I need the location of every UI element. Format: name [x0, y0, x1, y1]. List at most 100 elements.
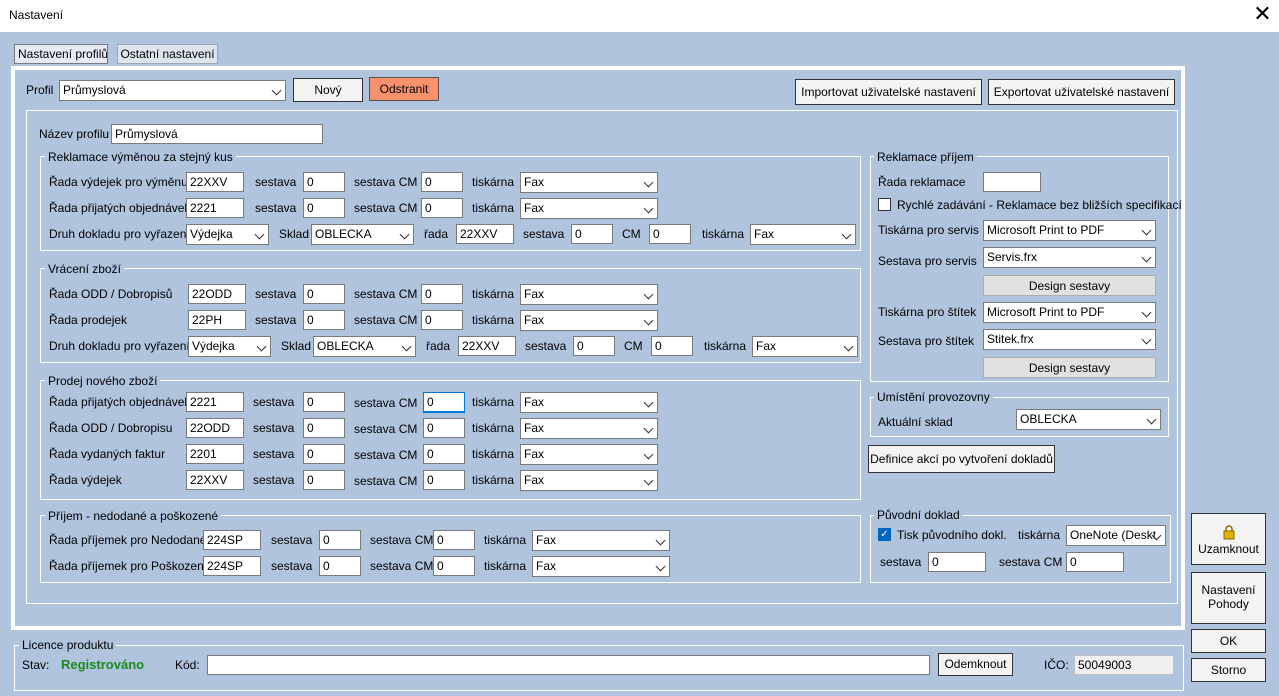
sestava-servis-select[interactable]: Servis.frx — [983, 247, 1156, 268]
rada-input[interactable]: 2201 — [186, 444, 244, 464]
rada-input[interactable]: 22ODD — [186, 418, 244, 438]
sklad-select[interactable]: OBLECKA — [313, 336, 416, 357]
tiskarna-select[interactable]: Fax — [520, 392, 658, 413]
rada-input[interactable]: 22XXV — [456, 224, 514, 244]
tiskarna-select[interactable]: Fax — [520, 172, 658, 193]
tiskarna-select[interactable]: Fax — [750, 224, 856, 245]
puvodni-cm-input[interactable]: 0 — [1066, 552, 1124, 572]
storno-button[interactable]: Storno — [1191, 658, 1266, 682]
druh-dokladu-select[interactable]: Výdejka — [186, 224, 269, 245]
profile-name-input[interactable]: Průmyslová — [111, 124, 323, 144]
puvodni-sestava-input[interactable]: 0 — [928, 552, 986, 572]
sestava-cm-input[interactable]: 0 — [423, 470, 465, 490]
tiskarna-select[interactable]: Fax — [520, 198, 658, 219]
sestava-cm-input[interactable]: 0 — [433, 556, 475, 576]
design-sestavy-servis-button[interactable]: Design sestavy — [983, 275, 1156, 296]
row-label: Řada výdejek — [49, 473, 122, 487]
rada-input[interactable]: 22XXV — [186, 172, 244, 192]
rada-input[interactable]: 22PH — [188, 310, 246, 330]
sestava-cm-input[interactable]: 0 — [423, 392, 465, 413]
sestava-stitek-value: Stitek.frx — [987, 332, 1034, 346]
puvodni-tiskarna-select[interactable]: OneNote (Deskt — [1066, 525, 1166, 546]
design-sestavy-stitek-button[interactable]: Design sestavy — [983, 357, 1156, 378]
sestava-input[interactable]: 0 — [303, 418, 345, 438]
cm-input[interactable]: 0 — [651, 336, 693, 356]
tiskarna-select[interactable]: Fax — [520, 284, 658, 305]
chevron-down-icon — [841, 229, 852, 240]
sestava-input[interactable]: 0 — [571, 224, 613, 244]
sestava-cm-input[interactable]: 0 — [421, 172, 463, 192]
new-profile-button[interactable]: Nový — [293, 78, 363, 102]
sestava-input[interactable]: 0 — [319, 556, 361, 576]
sestava-input[interactable]: 0 — [303, 198, 345, 218]
sestava-cm-input[interactable]: 0 — [423, 444, 465, 464]
sklad-label: Sklad — [279, 227, 310, 241]
definice-akci-button[interactable]: Definice akcí po vytvoření dokladů — [868, 445, 1055, 473]
rada-input[interactable]: 224SP — [203, 556, 261, 576]
rada-input[interactable]: 224SP — [203, 530, 261, 550]
sestava-input[interactable]: 0 — [303, 310, 345, 330]
sestava-cm-input[interactable]: 0 — [421, 198, 463, 218]
tab-nastaveni-profilu[interactable]: Nastavení profilů — [14, 44, 108, 64]
rada-label: řada — [426, 339, 451, 353]
tiskarna-select[interactable]: Fax — [520, 444, 658, 465]
sestava-input[interactable]: 0 — [303, 470, 345, 490]
aktualni-sklad-select[interactable]: OBLECKA — [1016, 409, 1161, 430]
group-title: Vrácení zboží — [45, 262, 124, 276]
rada-reklamace-input[interactable] — [983, 172, 1041, 192]
sestava-cm-input[interactable]: 0 — [423, 418, 465, 438]
tiskarna-select[interactable]: Fax — [520, 470, 658, 491]
druh-dokladu-select[interactable]: Výdejka — [188, 336, 271, 357]
tisk-stitek-select[interactable]: Microsoft Print to PDF — [983, 302, 1156, 323]
tab-ostatni-nastaveni[interactable]: Ostatní nastavení — [117, 44, 218, 64]
rada-input[interactable]: 2221 — [186, 392, 244, 412]
close-icon[interactable]: ✕ — [1246, 0, 1279, 32]
sestava-cm-input[interactable]: 0 — [421, 284, 463, 304]
delete-profile-button[interactable]: Odstranit — [369, 77, 439, 101]
ok-button[interactable]: OK — [1191, 629, 1266, 653]
import-settings-button[interactable]: Importovat uživatelské nastavení — [795, 79, 982, 105]
sestava-input[interactable]: 0 — [303, 392, 345, 412]
tisk-stitek-label: Tiskárna pro štítek — [878, 305, 977, 319]
chevron-down-icon — [643, 449, 654, 460]
nastaveni-pohody-button[interactable]: Nastavení Pohody — [1191, 572, 1266, 624]
sestava-input[interactable]: 0 — [303, 444, 345, 464]
sklad-select[interactable]: OBLECKA — [311, 224, 414, 245]
row-label: Řada přijatých objednávek — [49, 201, 191, 215]
tiskarna-label: tiskárna — [702, 227, 745, 241]
sestava-label: sestava — [253, 421, 295, 435]
sestava-input[interactable]: 0 — [319, 530, 361, 550]
group-title: Původní doklad — [874, 508, 963, 522]
cm-input[interactable]: 0 — [649, 224, 691, 244]
row-label: Řada ODD / Dobropisů — [49, 287, 173, 301]
quick-entry-checkbox[interactable] — [878, 198, 891, 211]
rada-input[interactable]: 22ODD — [188, 284, 246, 304]
sestava-cm-input[interactable]: 0 — [421, 310, 463, 330]
odemknout-button[interactable]: Odemknout — [938, 653, 1013, 676]
sestava-servis-label: Sestava pro servis — [878, 254, 977, 268]
lock-button[interactable]: Uzamknout — [1191, 513, 1266, 565]
profil-select[interactable]: Průmyslová — [59, 80, 286, 101]
tiskarna-value: Fax — [524, 287, 545, 301]
kod-input[interactable] — [207, 655, 930, 675]
sestava-input[interactable]: 0 — [303, 284, 345, 304]
export-settings-button[interactable]: Exportovat uživatelské nastavení — [988, 79, 1175, 105]
sestava-input[interactable]: 0 — [573, 336, 615, 356]
tisk-puvodniho-checkbox[interactable]: ✓ — [878, 528, 891, 541]
row-label: Řada příjemek pro Nedodané — [49, 533, 207, 547]
tiskarna-select[interactable]: Fax — [752, 336, 858, 357]
tiskarna-select[interactable]: Fax — [520, 418, 658, 439]
tisk-servis-select[interactable]: Microsoft Print to PDF — [983, 220, 1156, 241]
sestava-input[interactable]: 0 — [303, 172, 345, 192]
sestava-cm-label: sestava CM — [354, 396, 418, 410]
sestava-cm-input[interactable]: 0 — [433, 530, 475, 550]
tiskarna-select[interactable]: Fax — [532, 530, 670, 551]
sestava-stitek-select[interactable]: Stitek.frx — [983, 329, 1156, 350]
group-title: Příjem - nedodané a poškozené — [45, 509, 222, 523]
rada-input[interactable]: 2221 — [186, 198, 244, 218]
tiskarna-select[interactable]: Fax — [520, 310, 658, 331]
rada-input[interactable]: 22XXV — [186, 470, 244, 490]
cm-label: CM — [624, 339, 643, 353]
tiskarna-select[interactable]: Fax — [532, 556, 670, 577]
rada-input[interactable]: 22XXV — [458, 336, 516, 356]
